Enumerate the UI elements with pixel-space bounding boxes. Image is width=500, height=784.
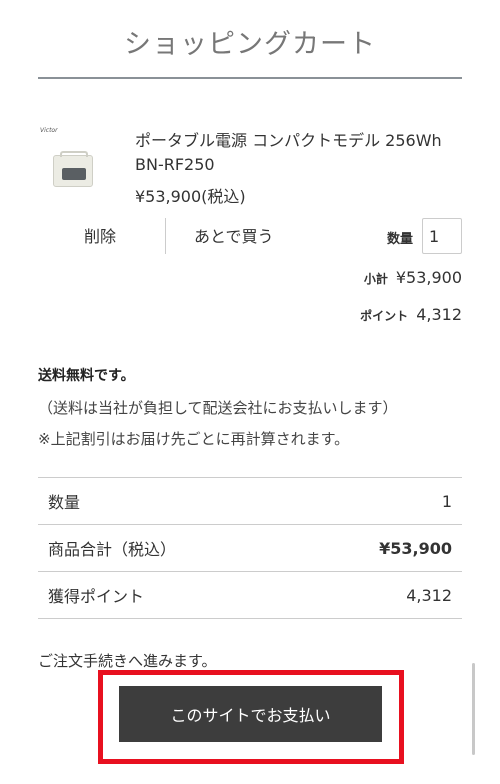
delete-button[interactable]: 削除 [84,223,116,247]
summary-label: 商品合計（税込） [48,540,177,559]
quantity-input[interactable] [422,218,462,254]
proceed-text: ご注文手続きへ進みます。 [38,652,217,670]
order-summary-table: 数量 1 商品合計（税込） ¥53,900 獲得ポイント 4,312 [38,477,462,619]
product-image[interactable]: Victor [40,127,106,193]
summary-row-total: 商品合計（税込） ¥53,900 [38,525,462,572]
summary-label: 獲得ポイント [48,587,145,606]
product-name[interactable]: ポータブル電源 コンパクトモデル 256Wh BN-RF250 [135,129,465,177]
shipping-note: （送料は当社が負担して配送会社にお支払いします） [38,399,398,417]
page-title: ショッピングカート [124,29,376,60]
free-shipping-notice: 送料無料です。 [38,368,135,384]
save-for-later-button[interactable]: あとで買う [194,223,274,247]
points-label: ポイント [360,309,409,323]
brand-logo: Victor [40,127,58,134]
pay-on-site-button[interactable]: このサイトでお支払い [119,686,382,742]
subtotal-value: ¥53,900 [395,268,462,287]
subtotal-label: 小計 [363,272,388,286]
points-row: ポイント 4,312 [360,305,462,324]
summary-value: 4,312 [406,585,452,605]
summary-label: 数量 [48,493,81,512]
subtotal-row: 小計 ¥53,900 [364,268,462,287]
portable-power-station-icon [53,151,93,187]
summary-value: ¥53,900 [379,538,452,558]
product-price: ¥53,900(税込) [135,187,246,206]
summary-value: 1 [441,491,452,511]
action-divider [165,218,166,254]
summary-row-quantity: 数量 1 [38,478,462,525]
discount-note: ※上記割引はお届け先ごとに再計算されます。 [38,430,350,448]
quantity-label: 数量 [387,232,414,247]
summary-row-points: 獲得ポイント 4,312 [38,572,462,619]
title-divider [38,77,462,79]
points-value: 4,312 [416,305,462,324]
scrollbar[interactable] [472,663,475,755]
